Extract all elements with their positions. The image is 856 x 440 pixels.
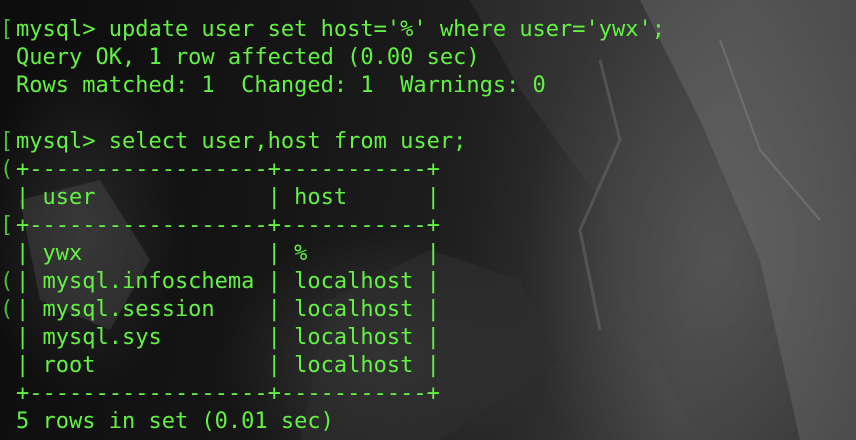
table-row: | mysql.session | localhost | — [16, 297, 440, 322]
terminal-line: | root | localhost | — [0, 352, 856, 380]
table-row: | ywx | % | — [16, 241, 440, 266]
terminal-line: 5 rows in set (0.01 sec) — [0, 408, 856, 436]
terminal-line: | ywx | % | — [0, 240, 856, 268]
command-select: mysql> select user,host from user; — [16, 129, 467, 154]
terminal-line: (| mysql.infoschema | localhost | — [0, 268, 856, 296]
gutter-mark: ( — [0, 297, 14, 322]
rows-in-set-message: 5 rows in set (0.01 sec) — [16, 409, 334, 434]
terminal-window[interactable]: [mysql> update user set host='%' where u… — [0, 0, 856, 440]
table-border: +------------------+-----------+ — [16, 213, 440, 238]
terminal-line: [mysql> select user,host from user; — [0, 128, 856, 156]
table-border: +------------------+-----------+ — [16, 381, 440, 406]
gutter-mark: [ — [0, 17, 14, 42]
terminal-line: [+------------------+-----------+ — [0, 212, 856, 240]
terminal-line: (+------------------+-----------+ — [0, 156, 856, 184]
table-border: +------------------+-----------+ — [16, 157, 440, 182]
gutter-mark: [ — [0, 129, 14, 154]
terminal-line: Query OK, 1 row affected (0.00 sec) — [0, 44, 856, 72]
table-row: | mysql.sys | localhost | — [16, 325, 440, 350]
table-header-row: | user | host | — [16, 185, 440, 210]
terminal-line: | user | host | — [0, 184, 856, 212]
table-row: | mysql.infoschema | localhost | — [16, 269, 440, 294]
command-update: mysql> update user set host='%' where us… — [16, 17, 666, 42]
terminal-line: Rows matched: 1 Changed: 1 Warnings: 0 — [0, 72, 856, 100]
terminal-line: [mysql> update user set host='%' where u… — [0, 16, 856, 44]
gutter-mark: [ — [0, 213, 14, 238]
terminal-output: [mysql> update user set host='%' where u… — [0, 16, 856, 436]
query-ok-message: Query OK, 1 row affected (0.00 sec) — [16, 45, 480, 70]
rows-matched-message: Rows matched: 1 Changed: 1 Warnings: 0 — [16, 73, 546, 98]
terminal-line: | mysql.sys | localhost | — [0, 324, 856, 352]
terminal-line: +------------------+-----------+ — [0, 380, 856, 408]
gutter-mark: ( — [0, 157, 14, 182]
table-row: | root | localhost | — [16, 353, 440, 378]
terminal-line: (| mysql.session | localhost | — [0, 296, 856, 324]
gutter-mark: ( — [0, 269, 14, 294]
